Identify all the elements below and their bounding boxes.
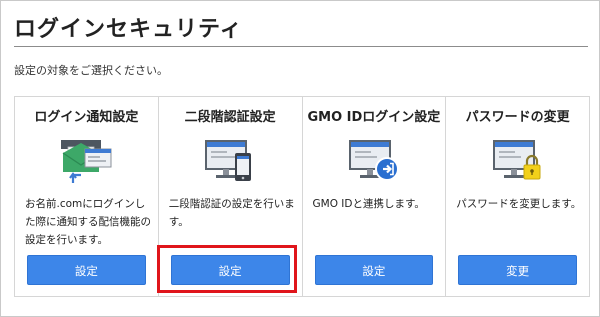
card-title: GMO IDログイン設定 [307,110,441,125]
card-description: GMO IDと連携します。 [312,198,425,210]
card-login-notification: ログイン通知設定 お名前.comにログインした際に通知する配信機能の設定を行いま… [15,97,159,296]
title-divider [14,46,588,47]
card-two-factor-auth: 二段階認証設定 二段階認証の設定を行います。 設定 [159,97,303,296]
gmo-id-login-settings-button[interactable]: 設定 [314,255,434,285]
monitor-lock-icon [491,139,545,185]
card-description: 二段階認証の設定を行います。 [168,198,295,228]
card-title: ログイン通知設定 [34,110,139,125]
card-password-change: パスワードの変更 パスワードを変更します。 変更 [446,97,589,296]
two-factor-settings-button[interactable]: 設定 [170,255,290,285]
card-description: パスワードを変更します。 [456,198,582,210]
page-title: ログインセキュリティ [14,17,243,42]
monitor-phone-icon [203,139,257,185]
card-gmo-id-login: GMO IDログイン設定 GMO IDと連携します。 設定 [303,97,447,296]
password-change-button[interactable]: 変更 [458,255,577,285]
monitor-login-icon [347,139,401,185]
login-notification-settings-button[interactable]: 設定 [27,255,146,285]
card-description: お名前.comにログインした際に通知する配信機能の設定を行います。 [25,198,151,246]
instruction-text: 設定の対象をご選択ください。 [14,64,168,77]
mail-notification-icon [59,139,113,185]
login-security-panel: ログインセキュリティ 設定の対象をご選択ください。 ログイン通知設定 お名前.c… [0,0,600,317]
card-title: パスワードの変更 [465,110,570,125]
card-title: 二段階認証設定 [184,110,276,125]
settings-card-list: ログイン通知設定 お名前.comにログインした際に通知する配信機能の設定を行いま… [14,96,590,297]
